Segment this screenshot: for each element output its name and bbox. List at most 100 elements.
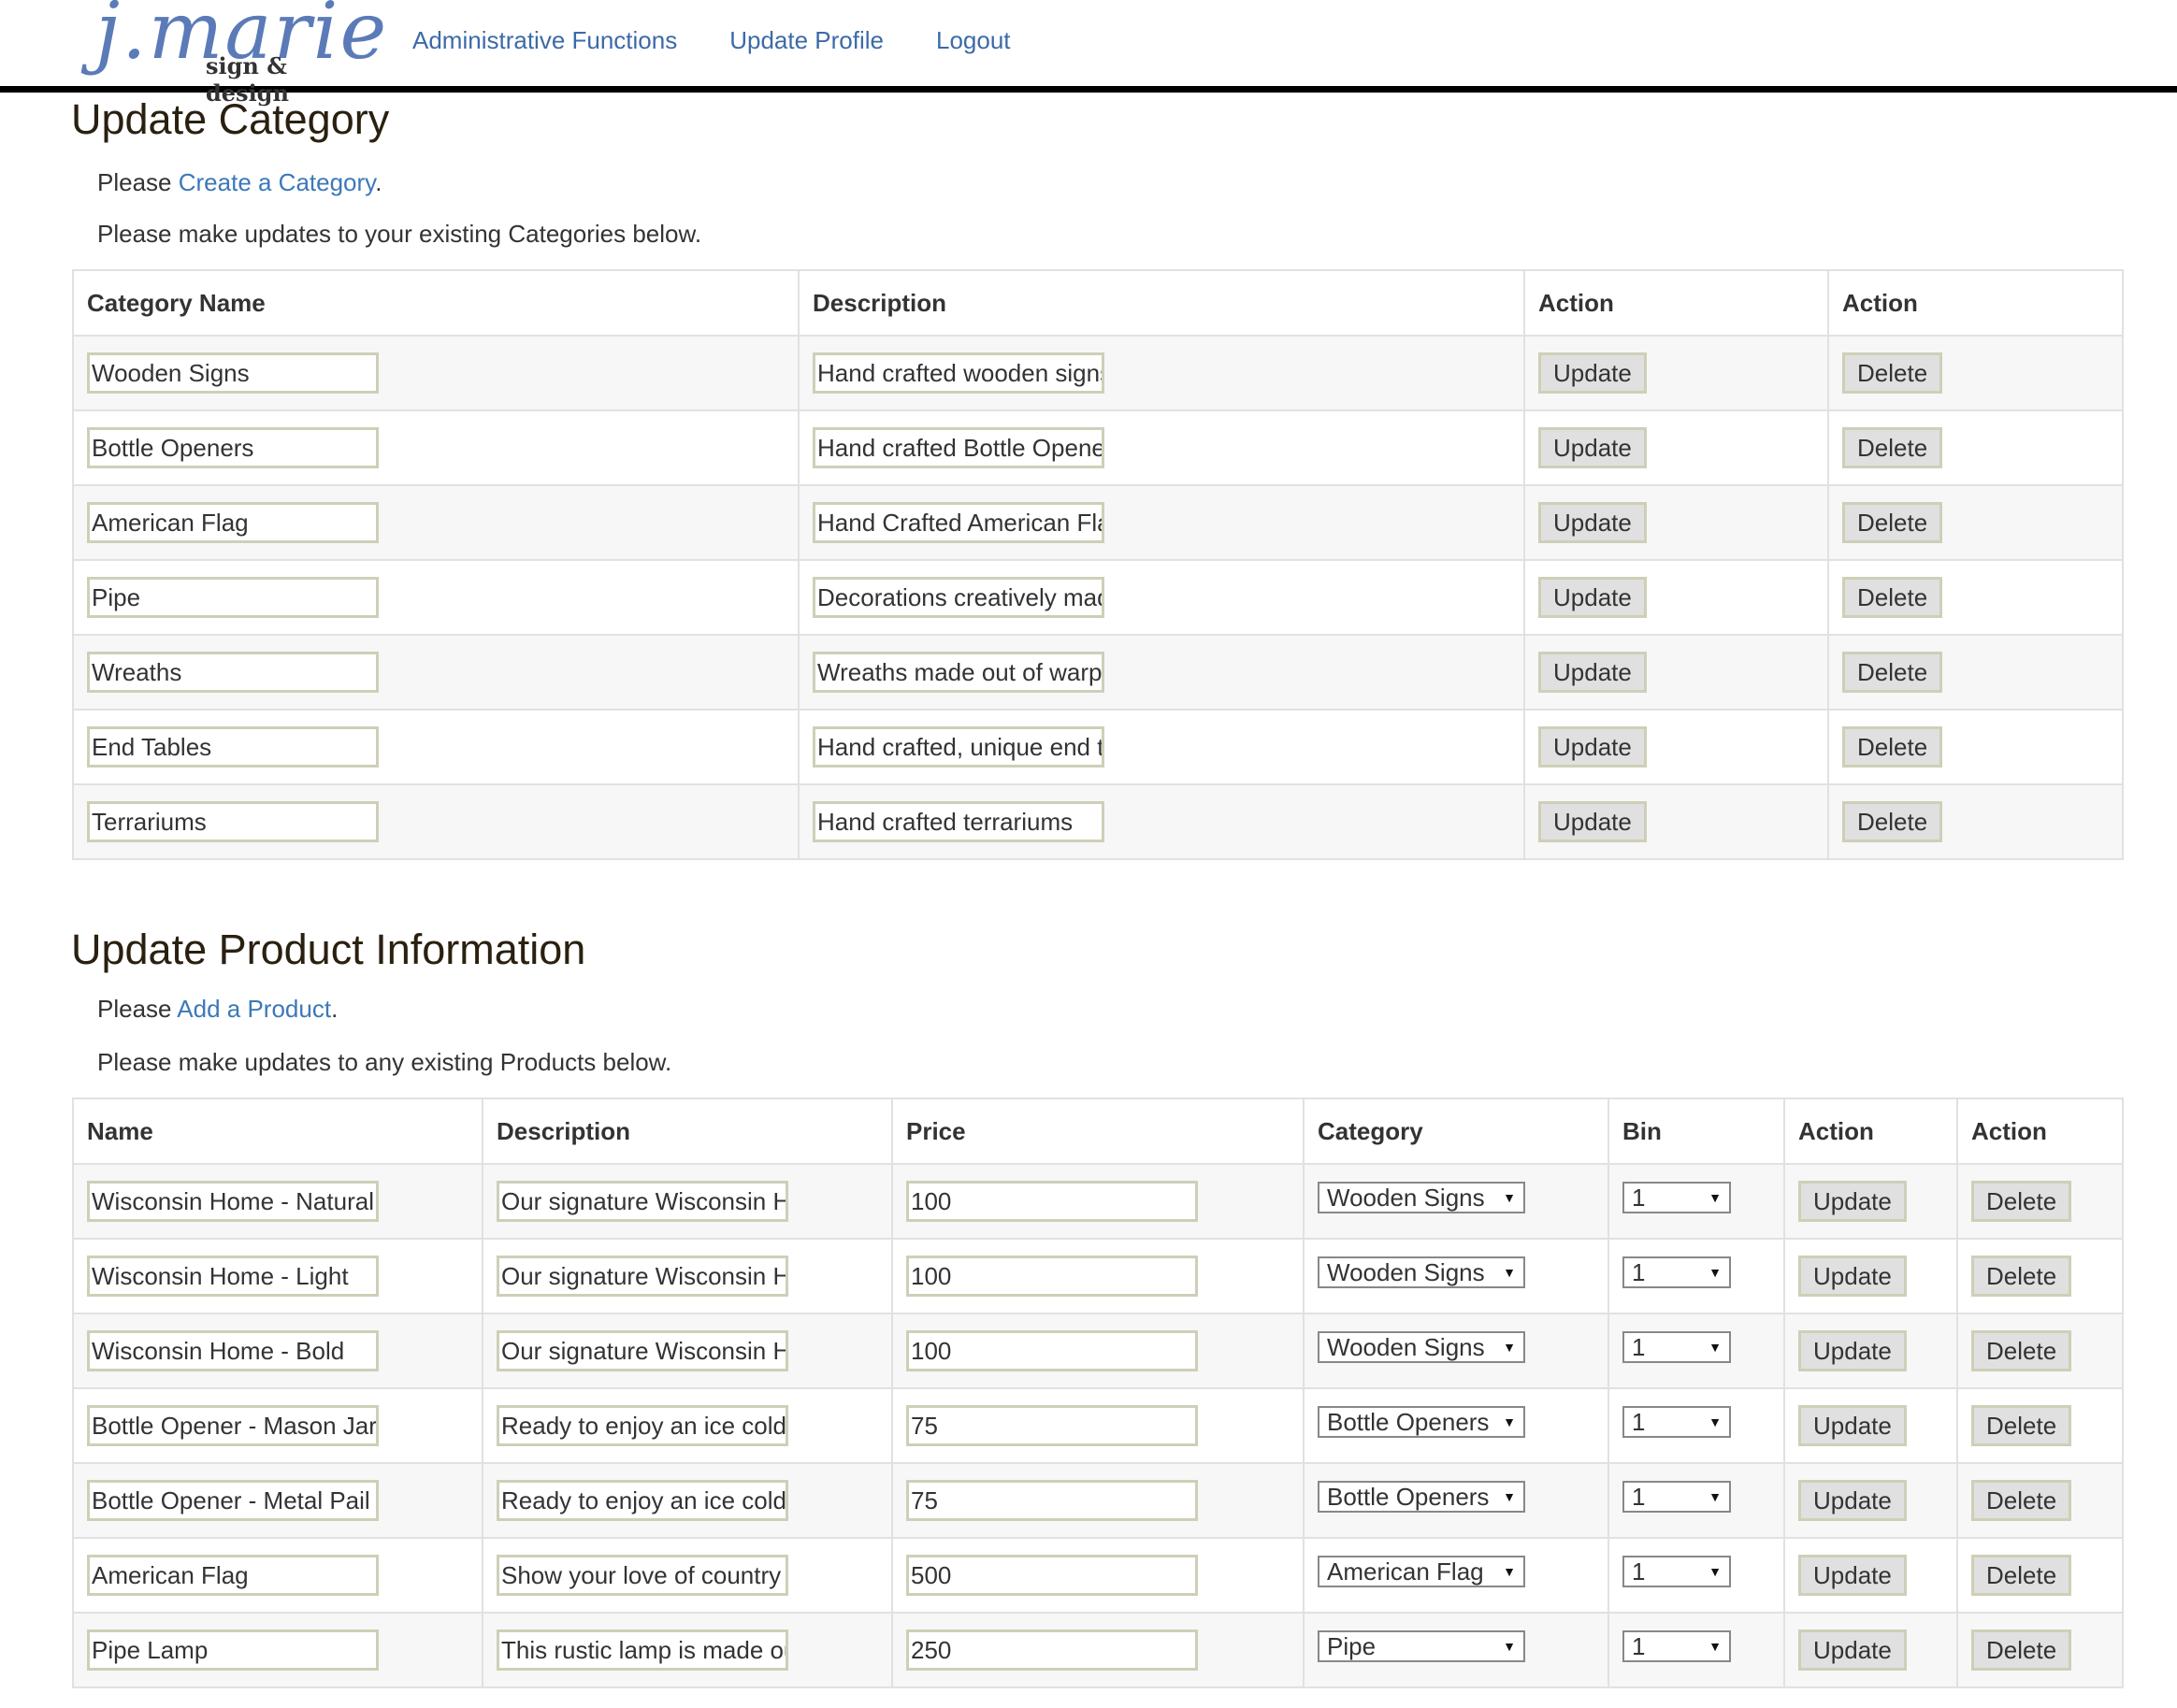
product-description-field[interactable]: Our signature Wisconsin H (497, 1256, 788, 1297)
bin-select[interactable]: 1 ▼ (1622, 1182, 1731, 1213)
product-description-field[interactable]: Ready to enjoy an ice cold (497, 1405, 788, 1446)
product-name-field[interactable]: Wisconsin Home - Bold (87, 1330, 379, 1371)
category-select[interactable]: Pipe ▼ (1318, 1630, 1525, 1662)
update-button[interactable]: Update (1798, 1405, 1907, 1446)
product-price-field[interactable]: 75 (906, 1405, 1198, 1446)
category-select[interactable]: Wooden Signs ▼ (1318, 1256, 1525, 1288)
update-button[interactable]: Update (1538, 502, 1647, 543)
category-select[interactable]: Bottle Openers ▼ (1318, 1481, 1525, 1513)
product-price-field[interactable]: 500 (906, 1555, 1198, 1596)
categories-subtitle: Please make updates to your existing Cat… (97, 220, 702, 248)
update-button[interactable]: Update (1798, 1480, 1907, 1521)
delete-button[interactable]: Delete (1971, 1480, 2072, 1521)
delete-button[interactable]: Delete (1971, 1555, 2072, 1596)
update-button[interactable]: Update (1538, 577, 1647, 618)
update-button[interactable]: Update (1798, 1181, 1907, 1222)
cell-name: Wisconsin Home - Bold (72, 1313, 483, 1389)
category-description-field[interactable]: Wreaths made out of warp (813, 652, 1104, 693)
category-select[interactable]: American Flag ▼ (1318, 1556, 1525, 1587)
delete-button[interactable]: Delete (1971, 1181, 2072, 1222)
category-description-field[interactable]: Decorations creatively made (813, 577, 1104, 618)
table-row: End Tables Hand crafted, unique end t Upda… (72, 709, 2124, 785)
category-name-field[interactable]: Wooden Signs (87, 352, 379, 394)
bin-select[interactable]: 1 ▼ (1622, 1556, 1731, 1587)
category-name-field[interactable]: Terrariums (87, 801, 379, 842)
cell-description: Our signature Wisconsin H (482, 1163, 893, 1240)
update-button[interactable]: Update (1798, 1555, 1907, 1596)
add-product-link[interactable]: Add a Product (177, 995, 331, 1023)
cell-delete: Delete (1827, 409, 2124, 486)
category-select[interactable]: Wooden Signs ▼ (1318, 1182, 1525, 1213)
product-name-field[interactable]: Wisconsin Home - Natural (87, 1181, 379, 1222)
cell-delete: Delete (1827, 783, 2124, 860)
cell-name: Wooden Signs (72, 335, 800, 411)
delete-button[interactable]: Delete (1842, 801, 1943, 842)
product-name-field[interactable]: Pipe Lamp (87, 1629, 379, 1671)
product-name-field[interactable]: American Flag (87, 1555, 379, 1596)
product-description-field[interactable]: This rustic lamp is made ou (497, 1629, 788, 1671)
category-name-field[interactable]: Bottle Openers (87, 427, 379, 468)
category-name-field[interactable]: Wreaths (87, 652, 379, 693)
category-description-field[interactable]: Hand crafted, unique end t (813, 726, 1104, 768)
update-button[interactable]: Update (1798, 1629, 1907, 1671)
update-button[interactable]: Update (1538, 352, 1647, 394)
bin-select[interactable]: 1 ▼ (1622, 1331, 1731, 1363)
product-description-field[interactable]: Our signature Wisconsin H (497, 1181, 788, 1222)
category-name-field[interactable]: Pipe (87, 577, 379, 618)
update-button[interactable]: Update (1538, 801, 1647, 842)
category-description-field[interactable]: Hand Crafted American Flag (813, 502, 1104, 543)
product-description-field[interactable]: Our signature Wisconsin H (497, 1330, 788, 1371)
product-price-field[interactable]: 250 (906, 1629, 1198, 1671)
product-description-field[interactable]: Ready to enjoy an ice cold (497, 1480, 788, 1521)
delete-button[interactable]: Delete (1971, 1405, 2072, 1446)
product-name-field[interactable]: Bottle Opener - Metal Pail (87, 1480, 379, 1521)
table-row: Wreaths Wreaths made out of warp Update Del… (72, 634, 2124, 710)
update-category-title: Update Category (71, 95, 390, 143)
delete-button[interactable]: Delete (1842, 502, 1943, 543)
product-price-field[interactable]: 75 (906, 1480, 1198, 1521)
delete-button[interactable]: Delete (1971, 1629, 2072, 1671)
chevron-down-icon: ▼ (1708, 1190, 1722, 1205)
update-button[interactable]: Update (1538, 427, 1647, 468)
category-name-field[interactable]: American Flag (87, 502, 379, 543)
product-price-field[interactable]: 100 (906, 1181, 1198, 1222)
category-select[interactable]: Wooden Signs ▼ (1318, 1331, 1525, 1363)
nav-logout[interactable]: Logout (936, 26, 1011, 55)
product-price-field[interactable]: 100 (906, 1330, 1198, 1371)
logo[interactable]: j.marie sign & design (92, 0, 386, 107)
product-name-field[interactable]: Wisconsin Home - Light (87, 1256, 379, 1297)
cell-description: Ready to enjoy an ice cold (482, 1387, 893, 1464)
delete-button[interactable]: Delete (1842, 652, 1943, 693)
delete-button[interactable]: Delete (1842, 427, 1943, 468)
update-button[interactable]: Update (1798, 1330, 1907, 1371)
category-description-field[interactable]: Hand crafted wooden signs (813, 352, 1104, 394)
bin-select[interactable]: 1 ▼ (1622, 1630, 1731, 1662)
bin-select[interactable]: 1 ▼ (1622, 1256, 1731, 1288)
update-button[interactable]: Update (1538, 652, 1647, 693)
cell-update: Update (1523, 783, 1829, 860)
bin-select[interactable]: 1 ▼ (1622, 1481, 1731, 1513)
delete-button[interactable]: Delete (1842, 577, 1943, 618)
product-price-field[interactable]: 100 (906, 1256, 1198, 1297)
cell-update: Update (1523, 335, 1829, 411)
category-name-field[interactable]: End Tables (87, 726, 379, 768)
category-select[interactable]: Bottle Openers ▼ (1318, 1406, 1525, 1438)
categories-body: Wooden Signs Hand crafted wooden signs Upd… (72, 335, 2124, 860)
bin-select[interactable]: 1 ▼ (1622, 1406, 1731, 1438)
add-product-intro: Please Add a Product. (97, 995, 338, 1024)
cell-description: Our signature Wisconsin H (482, 1238, 893, 1314)
nav-update-profile[interactable]: Update Profile (729, 26, 884, 55)
cell-update: Update (1523, 409, 1829, 486)
nav-administrative-functions[interactable]: Administrative Functions (412, 26, 677, 55)
category-description-field[interactable]: Hand crafted Bottle Openers (813, 427, 1104, 468)
product-description-field[interactable]: Show your love of country (497, 1555, 788, 1596)
delete-button[interactable]: Delete (1971, 1256, 2072, 1297)
product-name-field[interactable]: Bottle Opener - Mason Jar (87, 1405, 379, 1446)
update-button[interactable]: Update (1798, 1256, 1907, 1297)
delete-button[interactable]: Delete (1971, 1330, 2072, 1371)
delete-button[interactable]: Delete (1842, 726, 1943, 768)
update-button[interactable]: Update (1538, 726, 1647, 768)
category-description-field[interactable]: Hand crafted terrariums (813, 801, 1104, 842)
create-category-link[interactable]: Create a Category (179, 168, 376, 196)
delete-button[interactable]: Delete (1842, 352, 1943, 394)
